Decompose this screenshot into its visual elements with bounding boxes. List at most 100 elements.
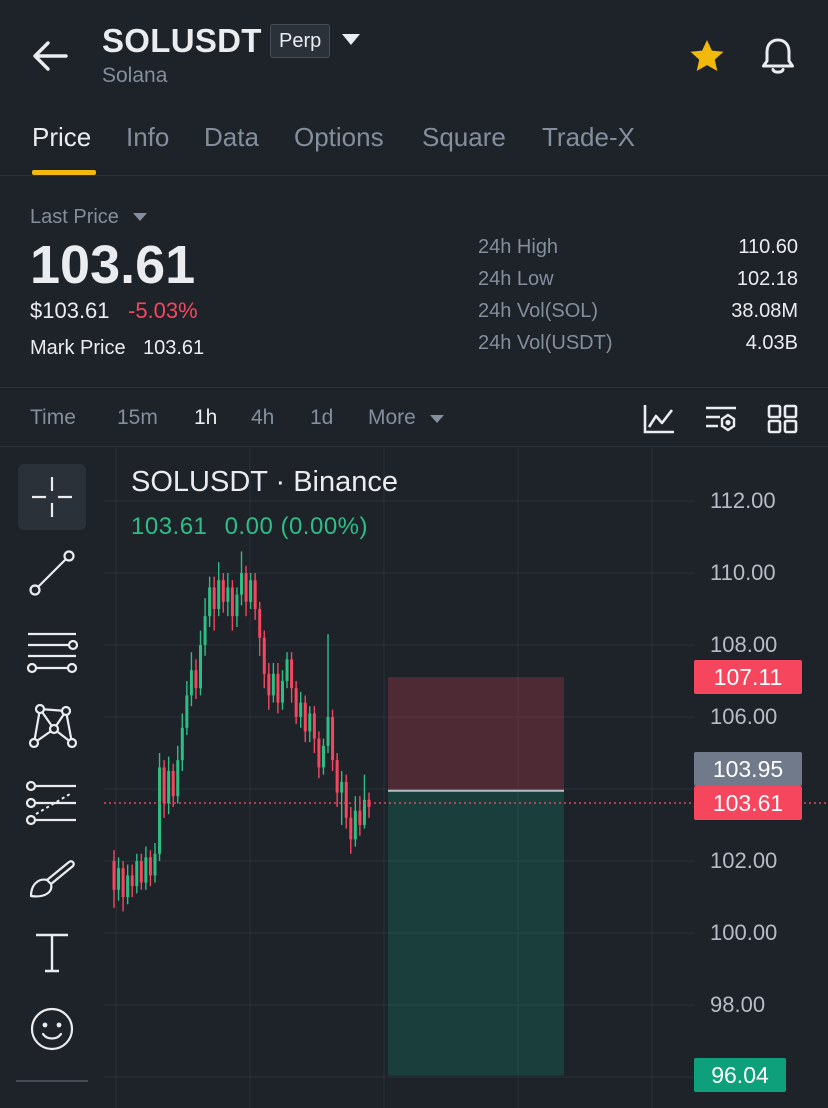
text-icon [36,933,68,973]
candle-body [121,868,125,897]
trend-line-tool[interactable] [18,540,86,606]
smiley-icon [30,1007,74,1051]
pattern-icon [28,703,78,749]
interval-4h[interactable]: 4h [251,406,274,430]
text-tool[interactable] [18,920,86,986]
price-change-percent: -5.03% [128,298,198,323]
stat-label-24h-high: 24h High [478,236,559,258]
entry-price-tag[interactable]: 103.95 [694,752,802,786]
stat-label-24h-low: 24h Low [478,268,554,290]
fib-channel-tool[interactable] [18,770,86,836]
candle-body [267,673,271,696]
candle-body [358,810,362,825]
candle-body [308,713,312,732]
layout-grid-icon[interactable] [766,403,800,435]
last-price-label[interactable]: Last Price [30,206,119,229]
stop-loss-price-tag[interactable]: 107.11 [694,660,802,694]
chart-settings-icon[interactable] [704,403,738,435]
current-price-tag: 103.61 [694,786,802,820]
tab-price[interactable]: Price [32,122,91,153]
candle-body [317,738,321,768]
candle-body [162,767,166,804]
candle-body [230,587,234,617]
symbol-dropdown-icon[interactable] [342,34,360,45]
stop-loss-zone [388,677,564,791]
tab-data[interactable]: Data [204,122,259,153]
symbol-title[interactable]: SOLUSDT [102,22,262,60]
last-price-dropdown-icon[interactable] [133,213,147,221]
candle-body [294,688,298,717]
candle-body [299,702,303,717]
candle-body [312,713,316,739]
candle-body [217,580,221,609]
candle-body [226,587,230,602]
toolbar-divider [16,1080,88,1082]
candle-body [180,727,184,761]
y-axis-label: 112.00 [710,488,776,513]
y-axis-label: 98.00 [710,992,766,1017]
chart-ohlc-price: 103.61 [131,513,208,540]
stat-value-24h-low: 102.18 [736,268,798,290]
candle-body [199,645,203,689]
tab-trade-x[interactable]: Trade-X [542,122,635,153]
emoji-tool[interactable] [18,996,86,1062]
candle-body [258,609,262,638]
horizontal-lines-tool[interactable] [18,618,86,684]
pattern-tool[interactable] [18,692,86,758]
candle-body [321,745,325,768]
interval-15m[interactable]: 15m [117,406,158,430]
indicator-chart-icon[interactable] [642,403,676,435]
candle-body [353,810,357,840]
candle-body [148,857,152,876]
stat-value-24h-vol-usdt: 4.03B [745,332,798,354]
interval-more[interactable]: More [368,406,416,430]
bell-icon[interactable] [760,36,796,76]
interval-1d[interactable]: 1d [310,406,333,430]
favorite-star-icon[interactable] [688,38,726,74]
candle-body [303,702,307,732]
candle-body [271,673,275,696]
candle-body [185,695,189,728]
more-dropdown-icon[interactable] [430,415,444,423]
candle-body [221,580,225,602]
symbol-subtitle: Solana [102,64,168,87]
y-axis-label: 108.00 [710,632,778,657]
brush-tool[interactable] [18,846,86,912]
drawing-toolbar [0,448,104,1108]
header: SOLUSDT Perp Solana [0,0,828,110]
candle-body [171,771,175,797]
candle-body [249,580,253,602]
candle-body [253,580,257,609]
horizontal-lines-icon [26,632,79,674]
interval-bar: Time 15m 1h 4h 1d More [0,389,828,447]
interval-1h[interactable]: 1h [194,406,217,430]
crosshair-tool[interactable] [18,464,86,530]
stat-label-24h-vol-usdt: 24h Vol(USDT) [478,332,613,354]
chart-title: SOLUSDT · Binance [131,466,399,498]
chart-ohlc-change: 0.00 (0.00%) [224,513,368,540]
y-axis-label: 102.00 [710,848,778,873]
candle-body [331,717,335,761]
candle-body [244,573,248,602]
candlestick-chart[interactable]: SOLUSDT · Binance 103.61 0.00 (0.00%) 11… [104,448,828,1108]
candle-body [167,771,171,804]
candle-body [203,616,207,645]
back-arrow-icon[interactable] [30,38,70,74]
y-axis-label: 110.00 [710,560,776,585]
tab-info[interactable]: Info [126,122,169,153]
y-axis-label: 100.00 [710,920,778,945]
fib-channel-icon [25,780,76,826]
candle-body [344,781,348,818]
tab-square[interactable]: Square [422,122,506,153]
candle-body [235,594,239,617]
candle-body [189,670,193,696]
candle-body [326,717,330,746]
interval-time[interactable]: Time [30,406,76,430]
candle-body [335,760,339,793]
take-profit-price-tag[interactable]: 96.04 [694,1058,786,1092]
candle-body [153,853,157,876]
candle-body [212,587,216,609]
crosshair-icon [32,477,72,517]
candle-body [130,875,134,887]
tab-options[interactable]: Options [294,122,384,153]
